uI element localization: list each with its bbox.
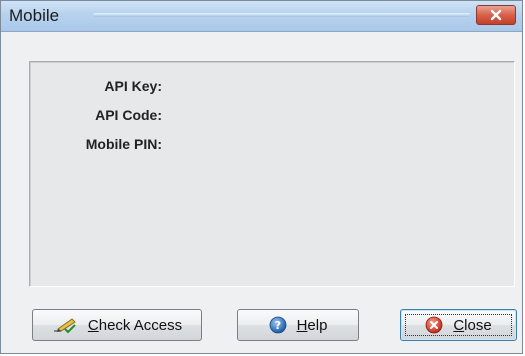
help-label: Help — [296, 316, 328, 334]
help-icon: ? — [269, 316, 287, 334]
check-access-button[interactable]: Check Access — [32, 309, 202, 341]
svg-text:?: ? — [274, 319, 280, 332]
title-bar[interactable]: Mobile — [1, 1, 522, 32]
mobile-dialog: Mobile API Key: API Code: Mobile PIN: Ch… — [0, 0, 523, 354]
check-access-label: Check Access — [87, 316, 183, 334]
title-bar-decoration — [93, 13, 470, 17]
close-icon — [490, 9, 502, 21]
api-key-label: API Key: — [104, 78, 162, 94]
api-code-label: API Code: — [95, 107, 162, 123]
close-button[interactable]: Close — [400, 309, 517, 341]
fields-panel: API Key: API Code: Mobile PIN: — [29, 61, 515, 287]
focus-ring — [405, 314, 512, 336]
pen-check-icon — [52, 316, 78, 334]
window-title: Mobile — [9, 6, 60, 25]
mobile-pin-label: Mobile PIN: — [85, 136, 162, 152]
help-button[interactable]: ? Help — [237, 309, 359, 341]
window-close-button[interactable] — [476, 5, 516, 25]
